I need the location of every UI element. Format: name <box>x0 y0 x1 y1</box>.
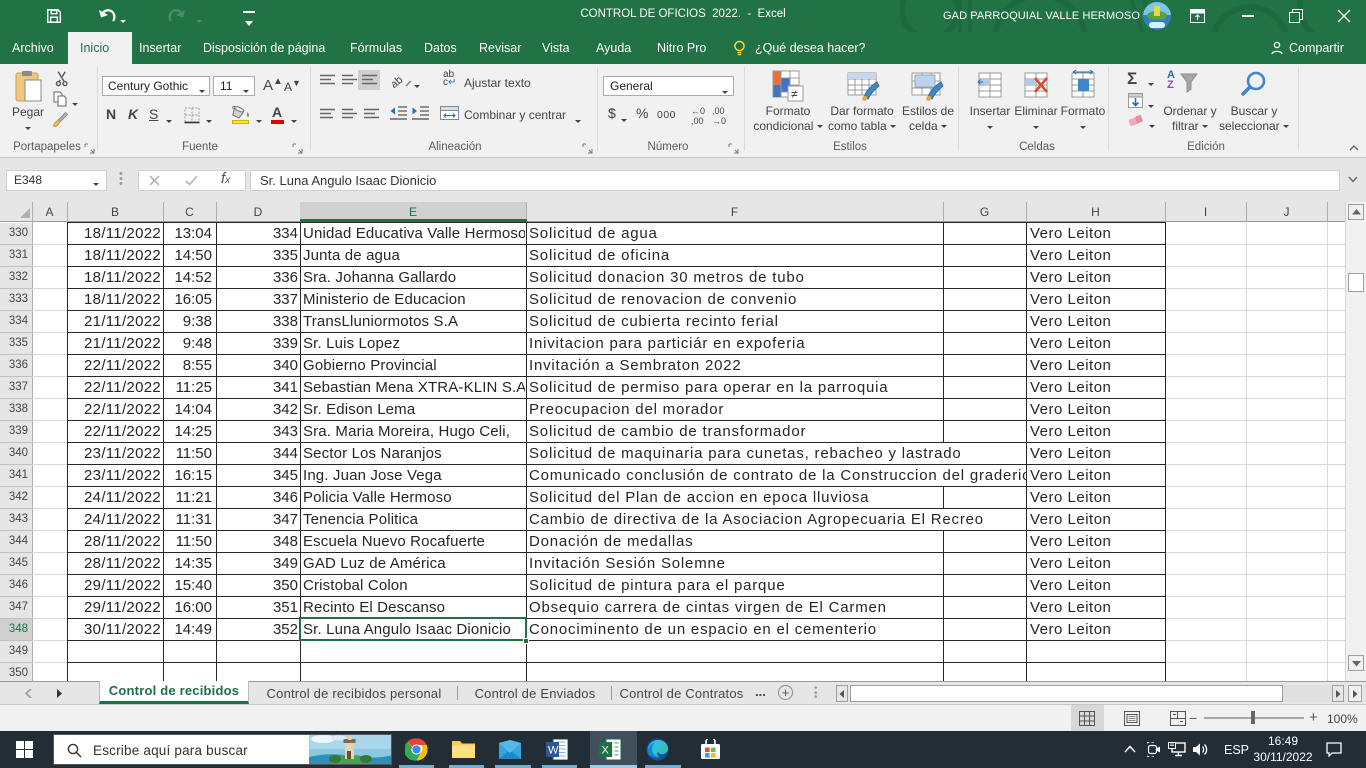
svg-text:≠: ≠ <box>791 87 798 101</box>
svg-text:ab: ab <box>392 74 405 90</box>
svg-text:X: X <box>602 745 610 757</box>
svg-text:W: W <box>548 745 559 757</box>
